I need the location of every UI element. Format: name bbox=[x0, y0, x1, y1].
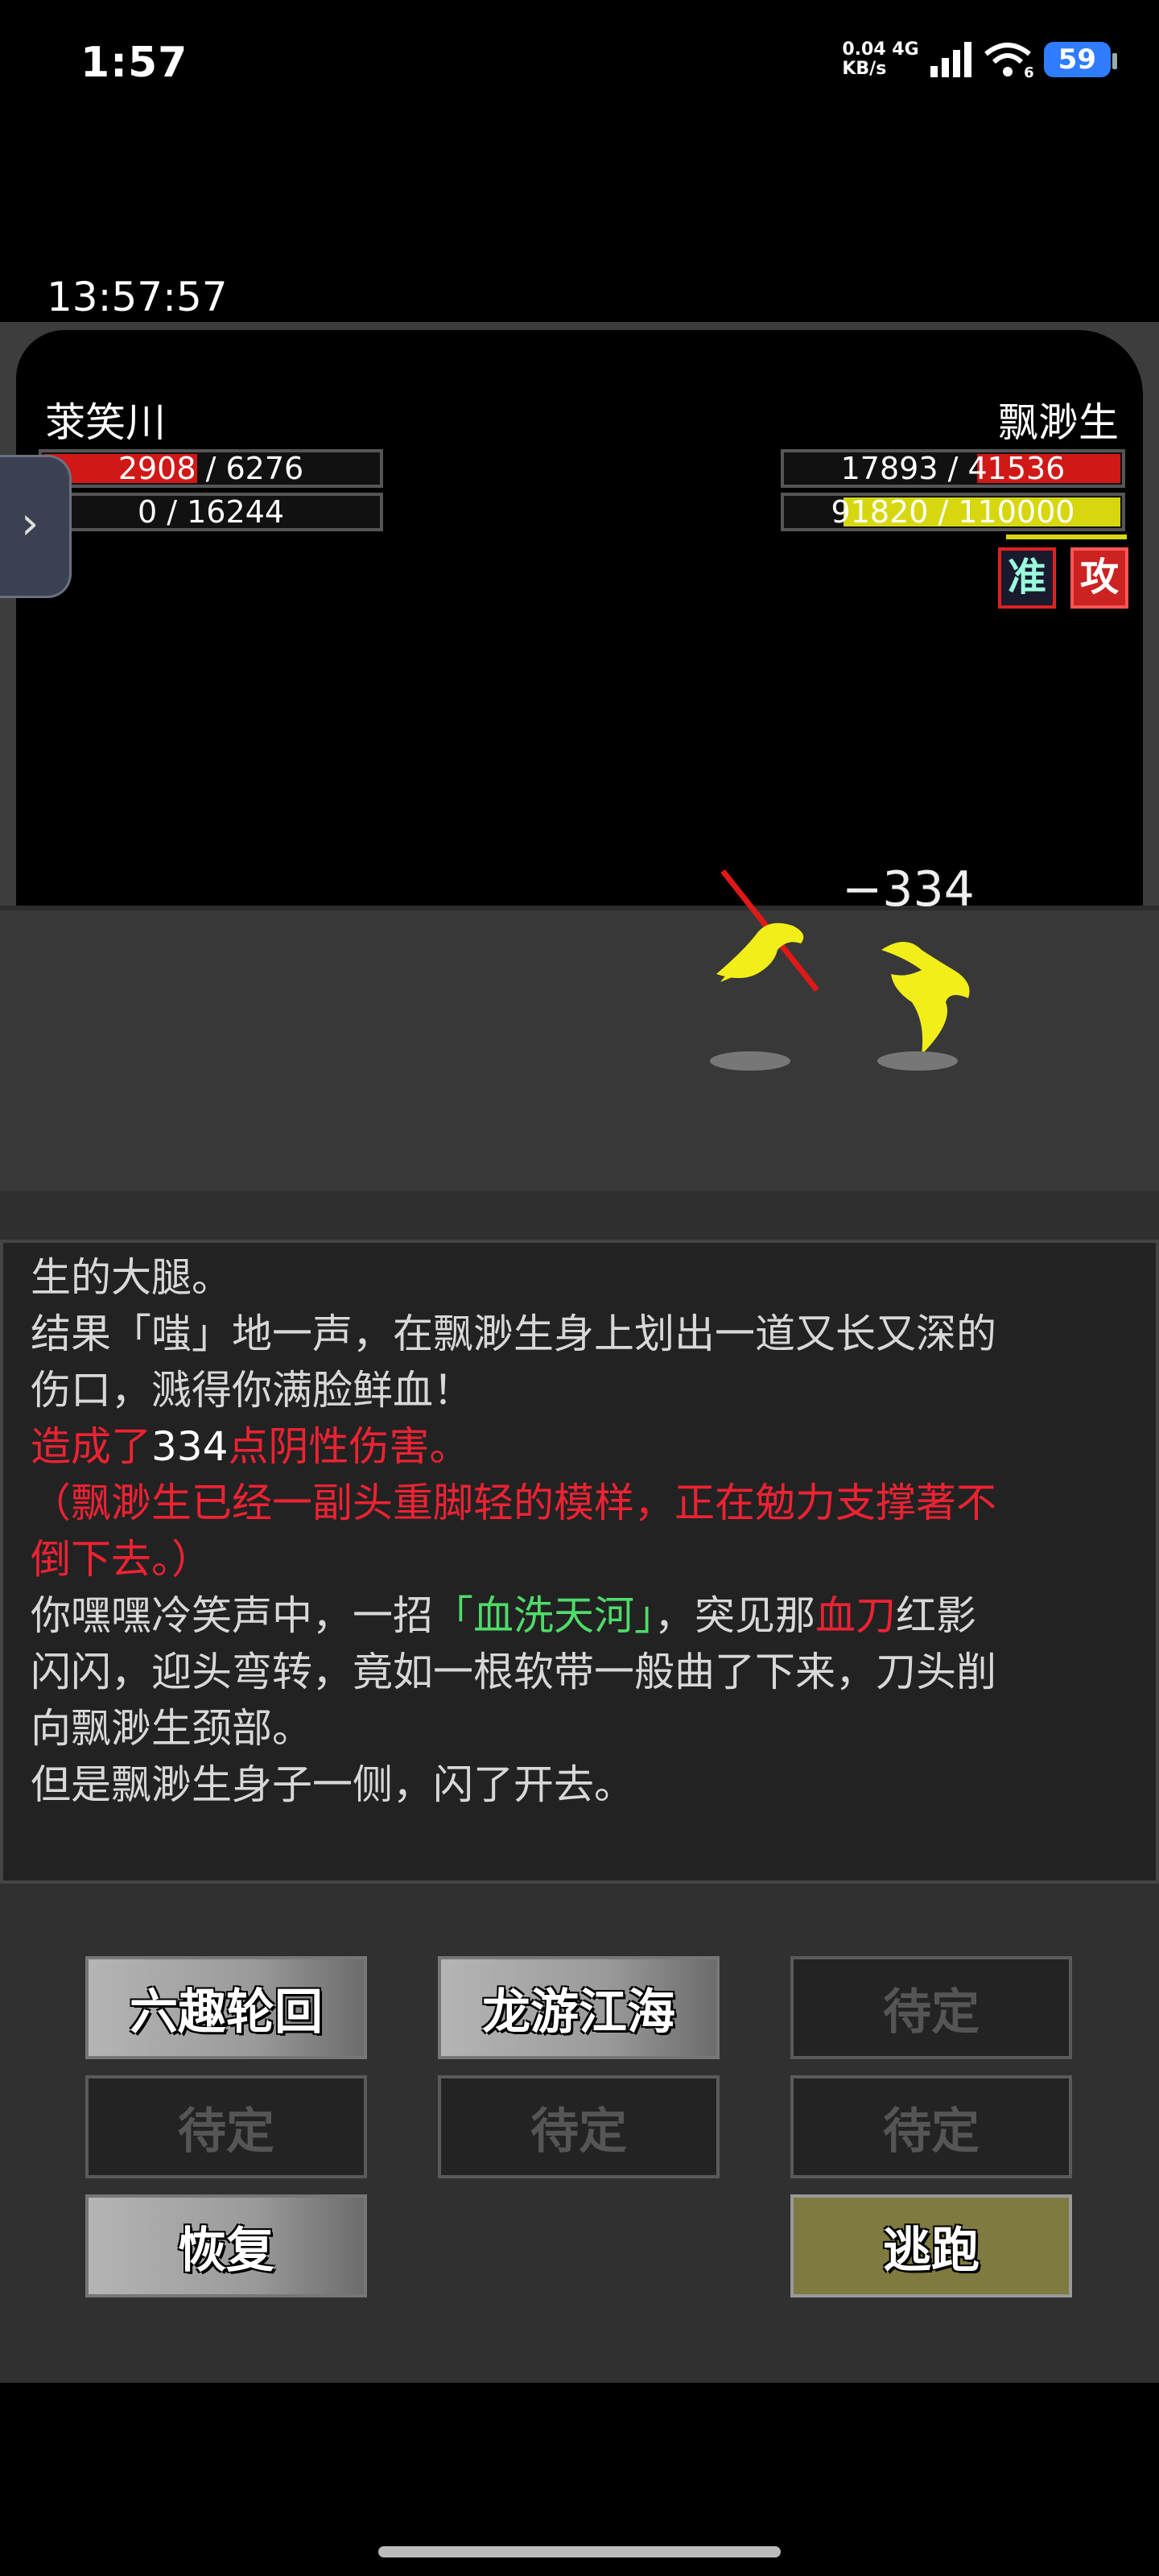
damage-popup: −334 bbox=[842, 861, 975, 918]
log-line: （飘渺生已经一副头重脚轻的模样，正在勉力支撑著不 bbox=[3, 1475, 1133, 1531]
battery-icon: 59 bbox=[1043, 42, 1118, 77]
log-line: 闪闪，迎头弯转，竟如一根软带一般曲了下来，刀头削 bbox=[3, 1644, 1133, 1700]
player-hp-bar: 2908 / 6276 bbox=[39, 449, 383, 488]
wifi-icon: 6 bbox=[983, 41, 1034, 81]
log-segment: 造成了 bbox=[31, 1423, 151, 1470]
log-segment: 倒下去。） bbox=[31, 1536, 212, 1583]
player-hp-text: 2908 / 6276 bbox=[118, 451, 304, 486]
net-speed: 0.04 4G KB/s bbox=[842, 39, 919, 79]
player-name: 莍笑川 bbox=[45, 399, 166, 446]
enemy-mp-bar: 91820 / 110000 bbox=[781, 493, 1125, 531]
enemy-mp-text: 91820 / 110000 bbox=[831, 494, 1075, 530]
skill-slot-6-button[interactable]: 待定 bbox=[790, 2075, 1072, 2178]
log-line: 向飘渺生颈部。 bbox=[3, 1700, 1133, 1757]
log-segment: 向飘渺生颈部。 bbox=[31, 1705, 312, 1752]
log-segment: 闪闪，迎头弯转，竟如一根软带一般曲了下来，刀头削 bbox=[31, 1649, 996, 1695]
player-fighter bbox=[700, 861, 829, 1071]
player-mp-text: 0 / 16244 bbox=[137, 494, 285, 530]
log-segment: ，突见那 bbox=[654, 1592, 815, 1639]
skill-slot-3-button[interactable]: 待定 bbox=[790, 1956, 1072, 2059]
log-line: 但是飘渺生身子一侧，闪了开去。 bbox=[3, 1757, 1133, 1813]
log-line: 生的大腿。 bbox=[3, 1249, 1133, 1306]
player-mp-bar: 0 / 16244 bbox=[39, 493, 383, 531]
system-icons: 0.04 4G KB/s 6 59 bbox=[842, 39, 1118, 81]
enemy-hp-text: 17893 / 41536 bbox=[840, 451, 1066, 486]
log-segment: 生的大腿。 bbox=[31, 1254, 232, 1301]
game-time: 13:57:57 bbox=[47, 274, 228, 320]
log-segment: 你嘿嘿冷笑声中，一招 bbox=[31, 1592, 433, 1639]
action-menu: 六趣轮回 龙游江海 待定 待定 待定 待定 恢复 逃跑 bbox=[0, 1884, 1159, 2383]
log-segment: 334 bbox=[151, 1423, 229, 1470]
log-line: 造成了334点阴性伤害。 bbox=[3, 1418, 1133, 1475]
log-segment: 点阴性伤害。 bbox=[228, 1423, 470, 1470]
home-indicator[interactable] bbox=[378, 2546, 781, 2557]
log-segment: （飘渺生已经一副头重脚轻的模样，正在勉力支撑著不 bbox=[31, 1480, 996, 1526]
log-segment: 伤口，溅得你满脸鲜血！ bbox=[31, 1367, 473, 1414]
enemy-fighter bbox=[873, 934, 978, 1071]
log-segment: 血刀 bbox=[815, 1592, 896, 1639]
enemy-name: 飘渺生 bbox=[998, 399, 1119, 446]
log-segment: 「血洗天河」 bbox=[433, 1592, 654, 1639]
enemy-hp-bar: 17893 / 41536 bbox=[781, 449, 1125, 488]
log-segment: 结果「嗤」地一声，在飘渺生身上划出一道又长又深的 bbox=[31, 1311, 996, 1357]
enemy-charge-line bbox=[1006, 535, 1127, 539]
status-bar: 1:57 0.04 4G KB/s 6 59 bbox=[0, 0, 1159, 137]
side-drawer-toggle[interactable]: › bbox=[0, 455, 72, 598]
combat-log[interactable]: 生的大腿。结果「嗤」地一声，在飘渺生身上划出一道又长又深的 伤口，溅得你满脸鲜血！… bbox=[0, 1240, 1159, 1884]
skill-liuqu-lunhui-button[interactable]: 六趣轮回 bbox=[85, 1956, 367, 2059]
cell-signal-icon bbox=[930, 42, 971, 77]
chevron-right-icon: › bbox=[21, 497, 39, 550]
recover-button[interactable]: 恢复 bbox=[85, 2194, 367, 2297]
log-segment: 但是飘渺生身子一侧，闪了开去。 bbox=[31, 1761, 634, 1808]
enemy-status-gong-badge: 攻 bbox=[1070, 547, 1128, 609]
skill-slot-5-button[interactable]: 待定 bbox=[438, 2075, 720, 2178]
wifi-badge: 6 bbox=[1024, 64, 1034, 81]
log-line: 结果「嗤」地一声，在飘渺生身上划出一道又长又深的 bbox=[3, 1306, 1133, 1362]
skill-slot-4-button[interactable]: 待定 bbox=[85, 2075, 367, 2178]
log-line: 你嘿嘿冷笑声中，一招「血洗天河」，突见那血刀红影 bbox=[3, 1587, 1133, 1644]
enemy-status-zhun-badge: 准 bbox=[998, 547, 1056, 609]
flee-button[interactable]: 逃跑 bbox=[790, 2194, 1072, 2297]
log-segment: 红影 bbox=[896, 1592, 976, 1639]
log-line: 倒下去。） bbox=[3, 1531, 1133, 1587]
log-line: 伤口，溅得你满脸鲜血！ bbox=[3, 1362, 1133, 1418]
skill-longyou-jianghai-button[interactable]: 龙游江海 bbox=[438, 1956, 720, 2059]
status-clock: 1:57 bbox=[80, 39, 188, 87]
